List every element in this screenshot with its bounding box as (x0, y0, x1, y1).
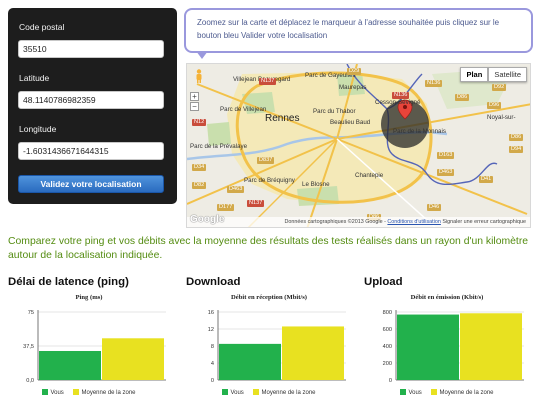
road-label: D29 (347, 68, 362, 75)
y-tick-label: 400 (383, 344, 392, 350)
map-label: Parc de la Monnais (393, 128, 446, 135)
postal-code-label: Code postal (19, 22, 65, 32)
y-tick-label: 4 (211, 361, 214, 367)
legend-label: Vous (408, 390, 422, 396)
legend-label: Moyenne de la zone (439, 390, 494, 396)
chart-svg: 75 37,5 0,0 (23, 310, 166, 384)
chart-svg: 16 12 8 4 0 (208, 310, 346, 384)
road-label: D86 (455, 94, 470, 101)
longitude-input[interactable] (18, 142, 164, 160)
legend-item-you: Vous (222, 389, 244, 396)
y-tick-label: 16 (208, 310, 214, 316)
map-type-satellite-button[interactable]: Satellite (488, 67, 527, 82)
y-tick-label: 0 (211, 378, 214, 384)
road-label: D41 (479, 176, 494, 183)
postal-code-input[interactable] (18, 40, 164, 58)
street-view-pegman-icon[interactable] (195, 69, 203, 83)
legend-label: Vous (230, 390, 244, 396)
legend-item-you: Vous (42, 389, 64, 396)
map-type-control: Plan Satellite (460, 67, 527, 82)
y-tick-label: 8 (211, 344, 214, 350)
bar-you (39, 350, 101, 380)
map-label: Cesson-Sévigné (375, 99, 421, 106)
bar-zone-average (102, 338, 164, 380)
map-view[interactable]: + − Plan Satellite Rennes Villejean Beau… (186, 63, 531, 228)
zoom-out-button[interactable]: − (190, 102, 199, 111)
report-error-link[interactable]: Signaler une erreur cartographique (442, 219, 526, 225)
upload-section-title: Upload (364, 276, 403, 288)
road-label: D837 (257, 157, 275, 164)
road-label: D34 (192, 164, 207, 171)
road-label: N12 (192, 119, 207, 126)
longitude-label: Longitude (19, 124, 57, 134)
road-label: D163 (437, 152, 455, 159)
download-section-title: Download (186, 276, 241, 288)
y-tick-label: 600 (383, 327, 392, 333)
tooltip-arrow (196, 51, 208, 59)
google-logo: Google (190, 214, 225, 225)
map-attribution: Données cartographiques ©2013 Google - C… (187, 217, 530, 227)
road-label: D463 (437, 169, 455, 176)
map-label: Parc de Villejean (220, 106, 267, 113)
legend-item-average: Moyenne de la zone (73, 389, 136, 396)
latitude-input[interactable] (18, 91, 164, 109)
location-form-panel: Code postal Latitude Longitude Validez v… (8, 8, 177, 204)
road-label: D463 (227, 186, 245, 193)
y-tick-label: 800 (383, 310, 392, 316)
terms-link[interactable]: Conditions d'utilisation (387, 219, 440, 225)
y-tick-label: 37,5 (23, 344, 34, 350)
map-label: Maurepas (339, 84, 367, 91)
road-label: D177 (217, 204, 235, 211)
bar-you (397, 314, 459, 380)
bar-zone-average (282, 326, 344, 380)
chart-legend: Vous Moyenne de la zone (184, 389, 354, 396)
legend-item-you: Vous (400, 389, 422, 396)
legend-label: Moyenne de la zone (81, 390, 136, 396)
road-label: D92 (492, 84, 507, 91)
map-instructions-tooltip: Zoomez sur la carte et déplacez le marqu… (184, 8, 533, 53)
road-label: D86 (509, 134, 524, 141)
road-label: N137 (259, 78, 277, 85)
chart-legend: Vous Moyenne de la zone (4, 389, 174, 396)
y-tick-label: 0 (389, 378, 392, 384)
upload-chart: Débit en émission (Kbit/s) 800 600 400 200 0… (362, 292, 532, 402)
chart-svg: 800 600 400 200 0 (383, 310, 524, 384)
legend-item-average: Moyenne de la zone (253, 389, 316, 396)
map-label: Noyal-sur- (487, 114, 516, 121)
map-type-plan-button[interactable]: Plan (460, 67, 489, 82)
map-label: Beaulieu Baud (330, 119, 371, 126)
chart-legend: Vous Moyenne de la zone (362, 389, 532, 396)
map-label: Parc de Bréquigny (244, 177, 295, 184)
road-label: N136 (392, 92, 410, 99)
road-label: D46 (427, 204, 442, 211)
ping-section-title: Délai de latence (ping) (8, 276, 129, 288)
map-label: Parc du Thabor (313, 108, 356, 115)
road-label: D96 (487, 102, 502, 109)
road-label: D82 (192, 182, 207, 189)
y-tick-label: 200 (383, 361, 392, 367)
zoom-in-button[interactable]: + (190, 92, 199, 101)
latitude-label: Latitude (19, 73, 50, 83)
y-tick-label: 0,0 (26, 378, 34, 384)
map-label: Chantepie (355, 172, 384, 179)
attribution-text: Données cartographiques ©2013 Google - (284, 219, 386, 225)
map-label: Le Blosne (302, 181, 330, 188)
ping-chart: Ping (ms) 75 37,5 0,0 Vous Moyenne de la z… (4, 292, 174, 402)
legend-label: Vous (50, 390, 64, 396)
validate-location-button[interactable]: Validez votre localisation (18, 175, 164, 193)
comparison-intro-text: Comparez votre ping et vos débits avec l… (8, 236, 529, 261)
bar-you (219, 343, 281, 380)
map-label: Parc de la Prévalaye (190, 143, 248, 150)
map-label-city: Rennes (265, 113, 300, 124)
legend-item-average: Moyenne de la zone (431, 389, 494, 396)
y-tick-label: 75 (28, 310, 34, 316)
y-tick-label: 12 (208, 327, 214, 333)
legend-label: Moyenne de la zone (261, 390, 316, 396)
bar-zone-average (460, 313, 522, 380)
download-chart: Débit en réception (Mbit/s) 16 12 8 4 0 Vous… (184, 292, 354, 402)
road-label: D94 (509, 146, 524, 153)
road-label: N137 (247, 200, 265, 207)
zoom-control: + − (190, 92, 199, 112)
road-label: N136 (425, 80, 443, 87)
